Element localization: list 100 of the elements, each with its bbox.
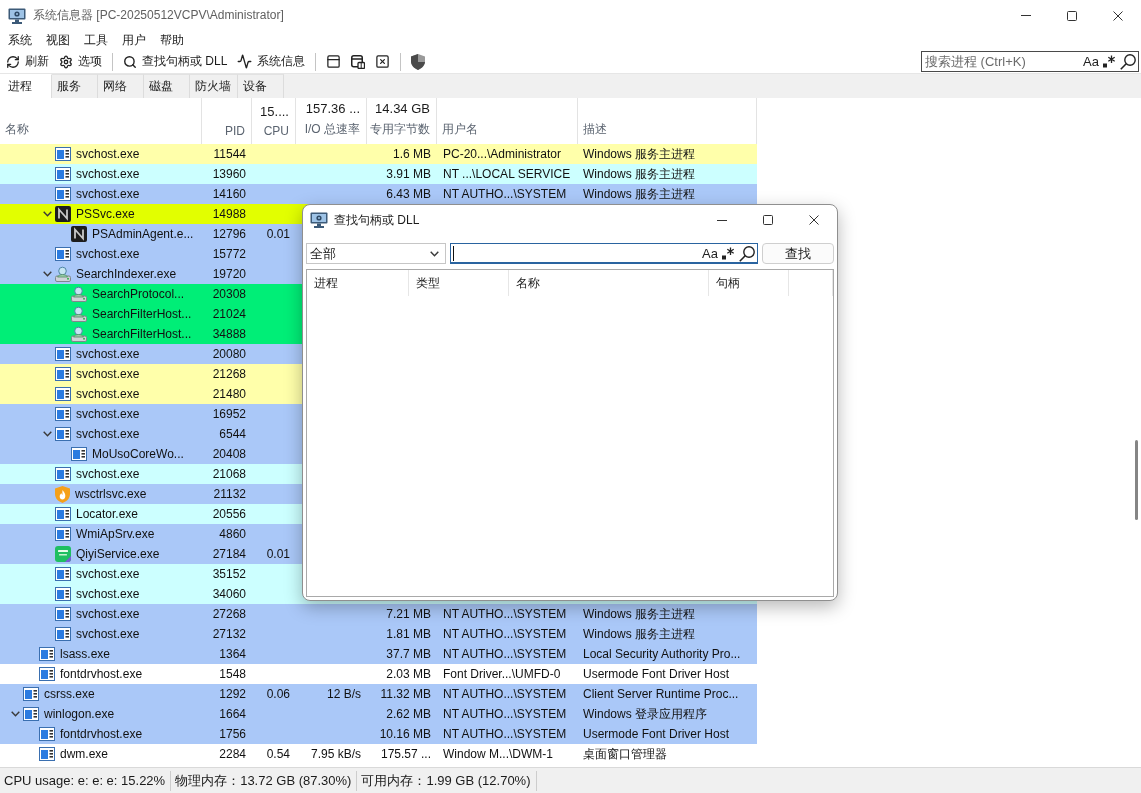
window-icon[interactable] bbox=[326, 54, 342, 69]
window-icon bbox=[55, 467, 71, 481]
column-header[interactable]: I/O 总速率 bbox=[304, 121, 360, 138]
app-icon bbox=[310, 212, 328, 228]
window-icon bbox=[55, 607, 71, 621]
toolbar-button[interactable]: 刷新 bbox=[1, 50, 54, 73]
process-name: fontdrvhost.exe bbox=[60, 667, 143, 681]
pid-value: 1664 bbox=[219, 707, 246, 721]
pid-value: 27268 bbox=[212, 607, 246, 621]
regex-icon[interactable] bbox=[722, 247, 735, 260]
search-icon[interactable] bbox=[739, 245, 755, 262]
column-total: 15.... bbox=[260, 104, 289, 119]
scrollbar-thumb[interactable] bbox=[1134, 440, 1138, 520]
toolbar-button[interactable]: 选项 bbox=[54, 50, 107, 73]
search-icon bbox=[123, 54, 137, 69]
description: Windows 服务主进程 bbox=[583, 165, 695, 183]
window-icon bbox=[55, 347, 71, 361]
column-header[interactable]: 描述 bbox=[583, 121, 607, 138]
match-case-toggle[interactable]: Aa bbox=[702, 246, 718, 261]
letter-tile-icon bbox=[71, 226, 87, 242]
description: Usermode Font Driver Host bbox=[583, 727, 730, 741]
dialog-title: 查找句柄或 DLL bbox=[334, 211, 420, 229]
process-row[interactable]: svchost.exe 27132 1.81 MB NT AUTHO...\SYSTEM Windows 服务主进程 bbox=[0, 624, 757, 644]
private-bytes: 2.62 MB bbox=[386, 707, 431, 721]
status-text: 可用内存：1.99 GB (12.70%) bbox=[357, 770, 537, 791]
app-icon bbox=[8, 7, 26, 24]
tab[interactable]: 网络 bbox=[98, 74, 144, 98]
regex-icon[interactable] bbox=[1103, 55, 1116, 68]
process-name: svchost.exe bbox=[76, 627, 140, 641]
process-row[interactable]: svchost.exe 11544 1.6 MB PC-20...\Administrator Windows 服务主进程 bbox=[0, 144, 757, 164]
pid-value: 19720 bbox=[212, 267, 246, 281]
menu-item[interactable]: 帮助 bbox=[153, 32, 191, 49]
column-header[interactable]: CPU bbox=[263, 124, 289, 138]
menu-item[interactable]: 工具 bbox=[77, 32, 115, 49]
pid-value: 16952 bbox=[212, 407, 246, 421]
close-icon bbox=[1113, 10, 1123, 21]
process-name: lsass.exe bbox=[60, 647, 111, 661]
process-row[interactable]: fontdrvhost.exe 1756 10.16 MB NT AUTHO...\SYSTEM Usermode Font Driver Host bbox=[0, 724, 757, 744]
filter-dropdown[interactable]: 全部 bbox=[306, 243, 446, 264]
window-icon bbox=[55, 147, 71, 161]
column-header[interactable]: 句柄 bbox=[716, 274, 740, 292]
menu-item[interactable]: 系统 bbox=[1, 32, 39, 49]
process-name: svchost.exe bbox=[76, 567, 140, 581]
menu-item[interactable]: 视图 bbox=[39, 32, 77, 49]
shield-icon[interactable] bbox=[411, 53, 426, 70]
menu-item[interactable]: 用户 bbox=[115, 32, 153, 49]
process-row[interactable]: svchost.exe 14160 6.43 MB NT AUTHO...\SYSTEM Windows 服务主进程 bbox=[0, 184, 757, 204]
process-row[interactable]: svchost.exe 13960 3.91 MB NT ...\LOCAL SERVICE Windows 服务主进程 bbox=[0, 164, 757, 184]
process-row[interactable]: winlogon.exe 1664 2.62 MB NT AUTHO...\SYSTEM Windows 登录应用程序 bbox=[0, 704, 757, 724]
chevron-down-icon[interactable] bbox=[42, 431, 52, 437]
column-header[interactable]: PID bbox=[225, 124, 245, 138]
search-field[interactable]: Aa bbox=[450, 243, 758, 264]
window-icon bbox=[39, 727, 55, 741]
tab[interactable]: 磁盘 bbox=[144, 74, 190, 98]
process-name: MoUsoCoreWo... bbox=[92, 447, 184, 461]
process-name: svchost.exe bbox=[76, 467, 140, 481]
pid-value: 21480 bbox=[212, 387, 246, 401]
column-header[interactable]: 名称 bbox=[5, 121, 29, 138]
process-row[interactable]: csrss.exe 1292 0.06 12 B/s 11.32 MB NT AUTHO...\SYSTEM Client Server Runtime Proc... bbox=[0, 684, 757, 704]
chevron-down-icon[interactable] bbox=[42, 271, 52, 277]
column-header[interactable]: 专用字节数 bbox=[370, 121, 430, 138]
window-lock-icon[interactable] bbox=[351, 54, 366, 69]
drive-user-icon bbox=[71, 286, 87, 302]
column-header[interactable]: 进程 bbox=[314, 274, 338, 292]
match-case-toggle[interactable]: Aa bbox=[1083, 54, 1099, 69]
close-window-icon[interactable] bbox=[375, 54, 391, 69]
process-row[interactable]: svchost.exe 27268 7.21 MB NT AUTHO...\SYSTEM Windows 服务主进程 bbox=[0, 604, 757, 624]
window-icon bbox=[55, 627, 71, 641]
tab[interactable]: 服务 bbox=[52, 74, 98, 98]
search-field[interactable]: 搜索进程 (Ctrl+K) Aa bbox=[921, 51, 1139, 72]
description: Windows 服务主进程 bbox=[583, 185, 695, 203]
window-icon bbox=[71, 447, 87, 461]
column-header[interactable]: 名称 bbox=[516, 274, 540, 292]
description: Client Server Runtime Proc... bbox=[583, 687, 739, 701]
process-row[interactable]: lsass.exe 1364 37.7 MB NT AUTHO...\SYSTEM Local Security Authority Pro... bbox=[0, 644, 757, 664]
chevron-down-icon[interactable] bbox=[42, 211, 52, 217]
description: Windows 服务主进程 bbox=[583, 625, 695, 643]
search-icon[interactable] bbox=[1120, 53, 1136, 70]
window-icon bbox=[55, 187, 71, 201]
pid-value: 20408 bbox=[212, 447, 246, 461]
toolbar-button[interactable]: 系统信息 bbox=[232, 50, 311, 73]
user-name: PC-20...\Administrator bbox=[443, 147, 562, 161]
column-header[interactable]: 用户名 bbox=[442, 121, 478, 138]
process-name: winlogon.exe bbox=[44, 707, 115, 721]
tab[interactable]: 防火墙 bbox=[190, 74, 238, 98]
drive-user-icon bbox=[71, 326, 87, 342]
cpu-value: 0.06 bbox=[266, 687, 290, 701]
toolbar-button[interactable]: 查找句柄或 DLL bbox=[118, 50, 233, 73]
tab[interactable]: 设备 bbox=[238, 74, 284, 98]
private-bytes: 7.21 MB bbox=[386, 607, 431, 621]
pid-value: 21132 bbox=[213, 487, 246, 501]
chevron-down-icon[interactable] bbox=[10, 711, 20, 717]
process-name: svchost.exe bbox=[76, 247, 140, 261]
pid-value: 21068 bbox=[212, 467, 246, 481]
process-name: svchost.exe bbox=[76, 607, 140, 621]
tab[interactable]: 进程 bbox=[0, 74, 52, 98]
letter-tile-icon bbox=[55, 206, 71, 222]
refresh-icon bbox=[6, 54, 20, 69]
find-button[interactable]: 查找 bbox=[762, 243, 834, 264]
column-header[interactable]: 类型 bbox=[416, 274, 440, 292]
